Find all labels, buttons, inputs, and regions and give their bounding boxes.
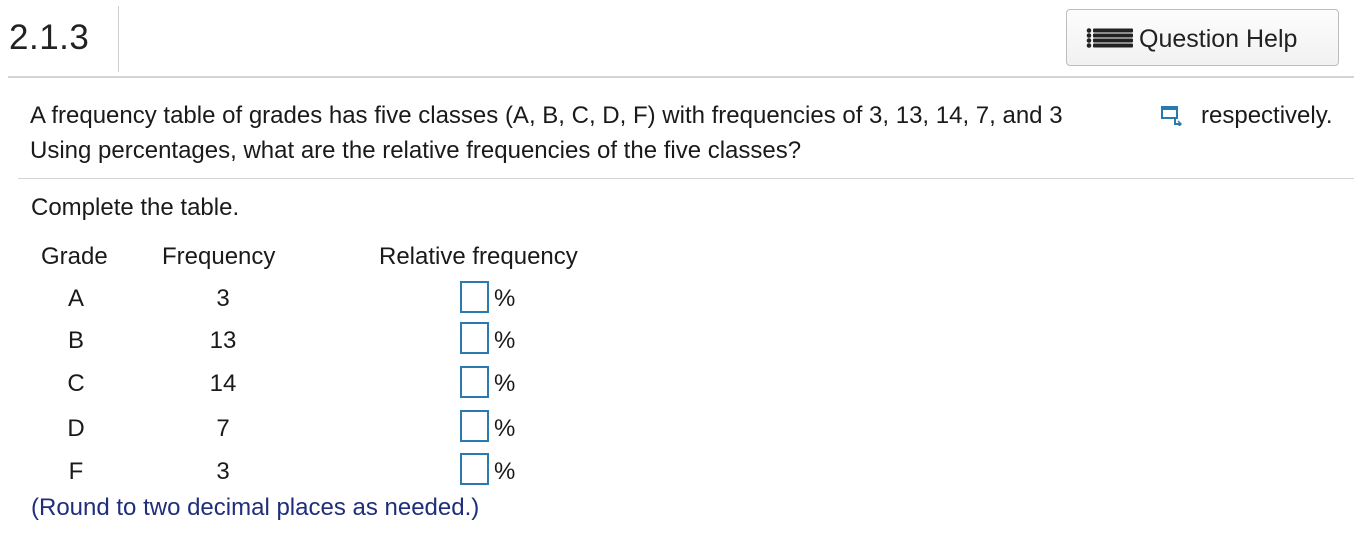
section-separator [18, 178, 1354, 179]
frequency-cell: 3 [216, 458, 230, 485]
grade-cell: B [67, 327, 85, 354]
question-help-button[interactable]: Question Help [1066, 9, 1339, 66]
list-icon [1086, 28, 1133, 48]
relative-frequency-input-a[interactable] [460, 281, 489, 313]
percent-unit: % [494, 415, 516, 442]
relative-frequency-input-d[interactable] [460, 410, 489, 442]
rounding-note: (Round to two decimal places as needed.) [31, 494, 480, 521]
relative-frequency-input-c[interactable] [460, 366, 489, 398]
question-line-1-end: respectively. [1201, 102, 1333, 129]
header-separator [8, 76, 1354, 78]
header-frequency: Frequency [162, 243, 276, 270]
header-relative-frequency: Relative frequency [379, 243, 578, 270]
percent-unit: % [494, 327, 516, 354]
question-line-1: A frequency table of grades has five cla… [30, 102, 1063, 129]
grade-cell: F [68, 458, 84, 485]
frequency-cell: 13 [209, 327, 237, 354]
grade-cell: C [67, 370, 85, 397]
header-divider [118, 6, 119, 72]
header-grade: Grade [41, 243, 108, 270]
percent-unit: % [494, 458, 516, 485]
frequency-cell: 3 [216, 285, 230, 312]
percent-unit: % [494, 285, 516, 312]
question-help-label: Question Help [1139, 25, 1298, 53]
frequency-cell: 14 [209, 370, 237, 397]
copy-data-icon[interactable] [1161, 106, 1183, 126]
question-line-2: Using percentages, what are the relative… [30, 137, 802, 164]
relative-frequency-input-f[interactable] [460, 453, 489, 485]
header-bar: 2.1.3 Question Help [0, 0, 1354, 76]
grade-cell: A [67, 285, 85, 312]
question-number: 2.1.3 [9, 18, 90, 57]
relative-frequency-input-b[interactable] [460, 322, 489, 354]
percent-unit: % [494, 370, 516, 397]
grade-cell: D [67, 415, 85, 442]
instruction-text: Complete the table. [31, 194, 240, 221]
frequency-cell: 7 [216, 415, 230, 442]
